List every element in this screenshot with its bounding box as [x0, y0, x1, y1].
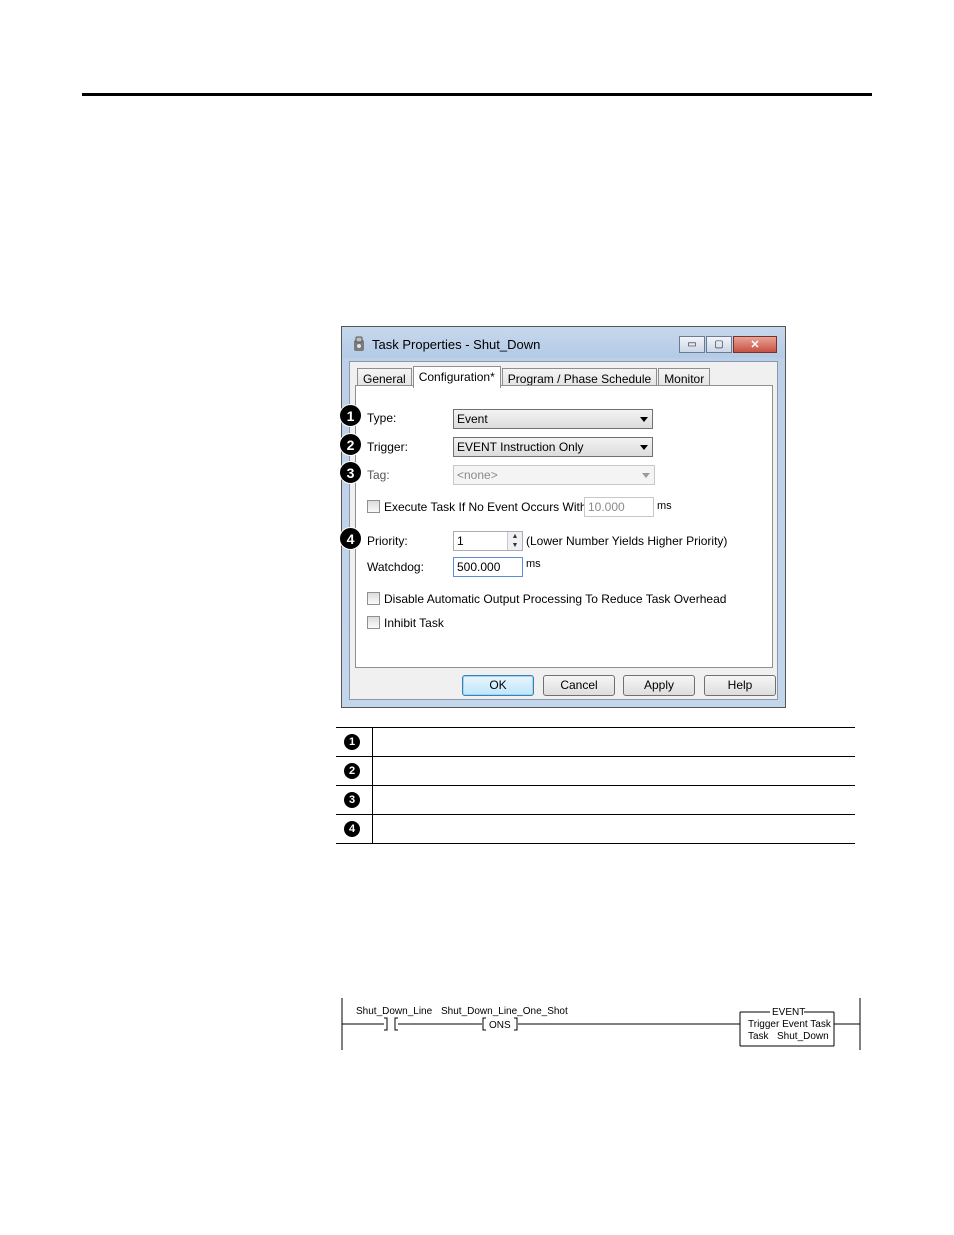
priority-label: Priority: [367, 534, 408, 548]
chevron-down-icon [640, 417, 648, 422]
watchdog-label: Watchdog: [367, 560, 424, 574]
trigger-select[interactable]: EVENT Instruction Only [453, 437, 653, 457]
cancel-button[interactable]: Cancel [543, 675, 615, 696]
close-icon: ✕ [750, 339, 760, 351]
close-button[interactable]: ✕ [733, 336, 777, 353]
ladder-rung: Shut_Down_Line Shut_Down_Line_One_Shot O… [341, 998, 861, 1050]
callout-3: 3 [339, 461, 362, 484]
type-select[interactable]: Event [453, 409, 653, 429]
execute-task-input[interactable]: 10.000 [584, 497, 654, 517]
trigger-label: Trigger: [367, 440, 408, 454]
priority-spinner[interactable]: ▲ ▼ [507, 532, 522, 550]
legend-callout: 4 [344, 821, 360, 837]
event-line1: Trigger Event Task [748, 1019, 832, 1030]
title-bar[interactable]: Task Properties - Shut_Down ▭ ▢ ✕ [342, 327, 785, 361]
inhibit-task-checkbox[interactable] [367, 616, 380, 629]
ons-label: ONS [489, 1020, 511, 1031]
event-title: EVENT [772, 1007, 805, 1018]
event-task-label: Task [748, 1031, 770, 1042]
xic-contact[interactable] [384, 1017, 398, 1031]
watchdog-unit: ms [526, 558, 541, 570]
type-value: Event [457, 412, 488, 426]
priority-value: 1 [457, 534, 464, 548]
minimize-button[interactable]: ▭ [679, 336, 705, 353]
inhibit-task-label: Inhibit Task [384, 616, 444, 630]
ons-tag: Shut_Down_Line_One_Shot [441, 1006, 568, 1017]
help-button[interactable]: Help [704, 675, 776, 696]
legend-row: 1 [336, 727, 855, 756]
dialog-client: General Configuration* Program / Phase S… [349, 361, 778, 700]
task-properties-dialog: Task Properties - Shut_Down ▭ ▢ ✕ Genera… [341, 326, 786, 708]
task-icon [354, 336, 364, 351]
header-rule [82, 93, 872, 96]
spin-down-icon[interactable]: ▼ [508, 541, 522, 550]
contact-tag: Shut_Down_Line [356, 1006, 433, 1017]
disable-output-label: Disable Automatic Output Processing To R… [384, 592, 727, 606]
callout-4: 4 [339, 527, 362, 550]
tag-label: Tag: [367, 468, 390, 482]
maximize-button[interactable]: ▢ [706, 336, 732, 353]
spin-up-icon[interactable]: ▲ [508, 532, 522, 541]
legend-callout: 2 [344, 763, 360, 779]
priority-note: (Lower Number Yields Higher Priority) [526, 534, 728, 548]
apply-button[interactable]: Apply [623, 675, 695, 696]
event-task-value: Shut_Down [777, 1031, 829, 1042]
legend-row: 2 [336, 756, 855, 785]
chevron-down-icon [640, 445, 648, 450]
tag-value: <none> [457, 468, 498, 482]
trigger-value: EVENT Instruction Only [457, 440, 584, 454]
legend-row: 3 [336, 785, 855, 814]
callout-1: 1 [339, 404, 362, 427]
watchdog-input[interactable]: 500.000 [453, 557, 523, 577]
legend-callout: 3 [344, 792, 360, 808]
type-label: Type: [367, 411, 397, 425]
execute-task-label: Execute Task If No Event Occurs Within [384, 500, 596, 514]
maximize-icon: ▢ [714, 339, 724, 350]
dialog-title: Task Properties - Shut_Down [372, 337, 541, 352]
tab-configuration[interactable]: Configuration* [412, 366, 501, 388]
chevron-down-icon [642, 473, 650, 478]
callout-legend-table: 1 2 3 4 [336, 727, 855, 844]
callout-2: 2 [339, 433, 362, 456]
execute-task-checkbox[interactable] [367, 500, 380, 513]
disable-output-checkbox[interactable] [367, 592, 380, 605]
legend-callout: 1 [344, 734, 360, 750]
execute-task-unit: ms [657, 500, 672, 512]
configuration-panel: Type: Event Trigger: EVENT Instruction O… [355, 385, 773, 668]
ok-button[interactable]: OK [462, 675, 534, 696]
legend-row: 4 [336, 814, 855, 844]
tag-select[interactable]: <none> [453, 465, 655, 485]
minimize-icon: ▭ [687, 339, 697, 350]
priority-input[interactable]: 1 ▲ ▼ [453, 531, 523, 551]
